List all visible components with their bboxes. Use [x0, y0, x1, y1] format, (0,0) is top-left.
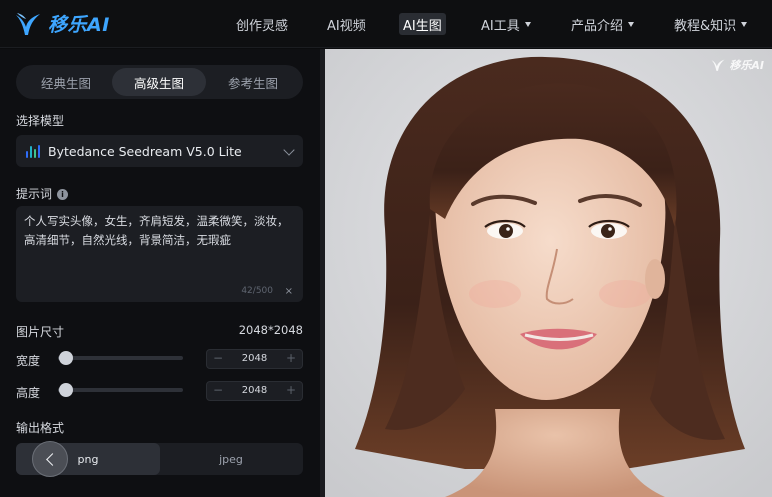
tab-reference[interactable]: 参考生图 — [206, 68, 300, 96]
model-label: 选择模型 — [16, 114, 65, 128]
nav-ai-video[interactable]: AI视频 — [327, 13, 366, 35]
nav-product-intro[interactable]: 产品介绍 — [571, 13, 635, 35]
chevron-left-icon — [45, 452, 59, 466]
info-icon[interactable]: i — [57, 189, 69, 200]
clear-icon[interactable]: × — [285, 286, 293, 297]
prompt-text: 个人写实头像，女生，齐肩短发，温柔微笑，淡妆，高清细节，自然光线，背景简洁，无瑕… — [24, 214, 289, 247]
prompt-label-row: 提示词 i — [16, 185, 69, 202]
nav-ai-image[interactable]: AI生图 — [399, 13, 446, 35]
brand-logo[interactable]: 移乐AI — [14, 10, 110, 37]
tab-advanced[interactable]: 高级生图 — [112, 68, 206, 96]
slider-track — [58, 388, 183, 392]
brand-name: 移乐AI — [48, 14, 110, 36]
tab-classic[interactable]: 经典生图 — [19, 68, 113, 96]
model-select[interactable]: Bytedance Seedream V5.0 Lite — [16, 135, 303, 167]
size-label: 图片尺寸 — [16, 325, 65, 339]
format-label: 输出格式 — [16, 421, 65, 435]
slider-thumb[interactable] — [58, 351, 73, 365]
caret-down-icon — [741, 21, 748, 27]
back-button[interactable] — [32, 441, 68, 477]
nav-ai-tools[interactable]: AI工具 — [481, 13, 531, 35]
watermark-bird-icon — [711, 59, 725, 71]
mode-tabs: 经典生图 高级生图 参考生图 — [16, 65, 303, 99]
nav-inspiration[interactable]: 创作灵感 — [236, 13, 288, 35]
prompt-char-counter: 42/500 — [241, 286, 273, 296]
height-slider[interactable] — [58, 382, 183, 398]
height-stepper[interactable]: − 2048 + — [206, 381, 303, 401]
brand-bird-icon — [16, 12, 40, 35]
size-value: 2048*2048 — [238, 323, 303, 337]
slider-track — [58, 356, 183, 360]
model-bars-icon — [26, 144, 40, 158]
prompt-label: 提示词 — [16, 187, 53, 201]
generation-settings-panel: 经典生图 高级生图 参考生图 选择模型 Bytedance Seedream V… — [0, 49, 320, 497]
caret-down-icon — [524, 21, 531, 27]
slider-thumb[interactable] — [58, 383, 73, 397]
height-increment-button[interactable]: + — [286, 383, 296, 397]
width-slider[interactable] — [58, 350, 183, 366]
model-value: Bytedance Seedream V5.0 Lite — [48, 143, 242, 159]
height-label: 高度 — [16, 386, 41, 400]
top-header: 移乐AI 创作灵感 AI视频 AI生图 AI工具 产品介绍 教程&知识 — [0, 0, 772, 48]
prompt-textarea[interactable]: 个人写实头像，女生，齐肩短发，温柔微笑，淡妆，高清细节，自然光线，背景简洁，无瑕… — [16, 206, 303, 302]
format-jpeg-option[interactable]: jpeg — [159, 443, 303, 475]
chevron-down-icon — [283, 144, 295, 156]
width-stepper[interactable]: − 2048 + — [206, 349, 303, 369]
caret-down-icon — [628, 21, 635, 27]
generated-image-preview[interactable]: 移乐AI — [325, 49, 772, 497]
width-increment-button[interactable]: + — [286, 351, 296, 365]
portrait-image — [325, 49, 772, 497]
width-label: 宽度 — [16, 354, 41, 368]
watermark: 移乐AI — [710, 57, 764, 73]
nav-tutorials[interactable]: 教程&知识 — [674, 13, 748, 35]
watermark-text: 移乐AI — [729, 59, 764, 72]
